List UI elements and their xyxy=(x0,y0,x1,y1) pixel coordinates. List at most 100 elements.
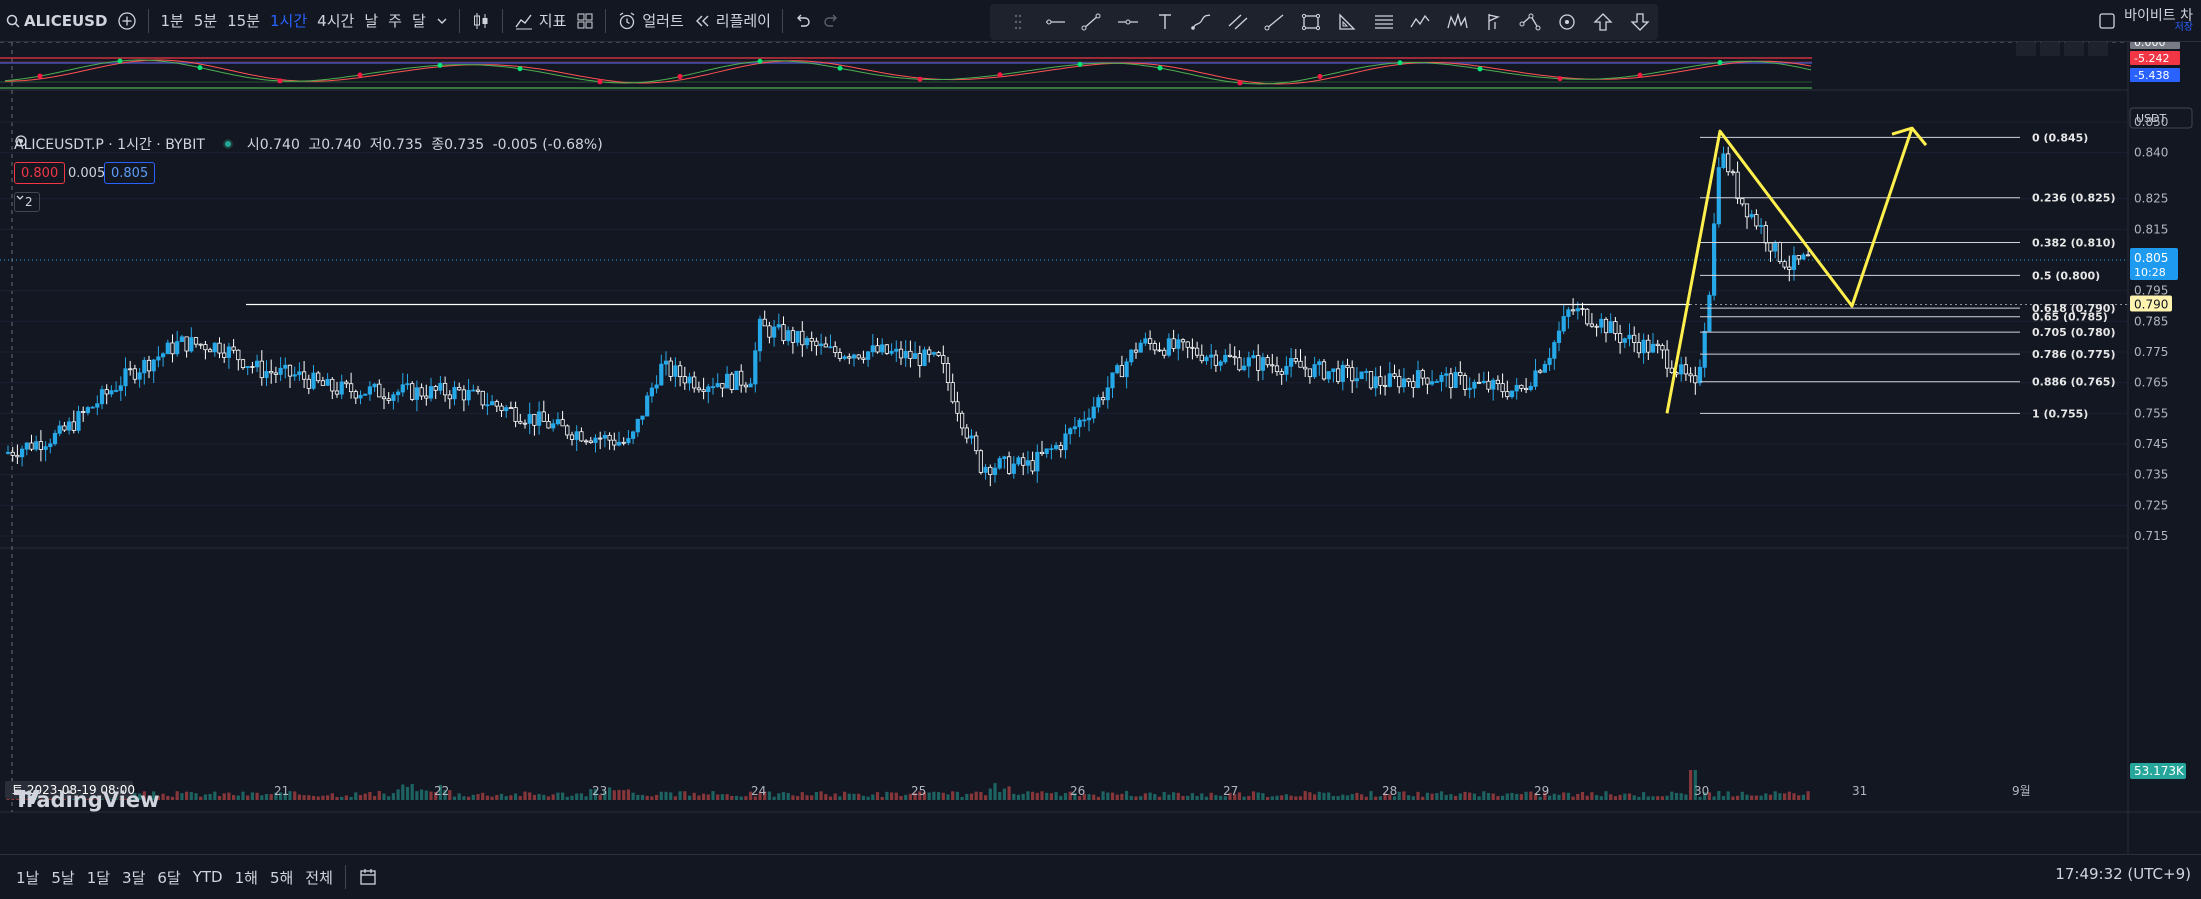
candle-body xyxy=(1603,318,1609,334)
indicators-button[interactable]: 지표 xyxy=(509,6,572,36)
maximize-icon[interactable] xyxy=(2088,42,2108,56)
volume-value: 53.173K xyxy=(2134,764,2185,778)
alert-button[interactable]: 얼러트 xyxy=(612,6,688,36)
volume-bar xyxy=(1684,794,1688,800)
tool-arrow-up[interactable] xyxy=(1585,7,1622,37)
range-8[interactable]: 전체 xyxy=(299,862,339,892)
clock[interactable]: 17:49:32 (UTC+9) xyxy=(2055,865,2191,883)
candle-body xyxy=(1148,338,1153,344)
tool-trend-line[interactable] xyxy=(1073,7,1110,37)
volume-bar xyxy=(579,793,583,800)
layout-button[interactable] xyxy=(571,6,599,36)
candle-body xyxy=(1326,371,1331,380)
volume-bar xyxy=(462,796,466,800)
candle-body xyxy=(1232,356,1237,359)
series-title[interactable]: ALICEUSDT.P · 1시간 · BYBIT xyxy=(14,134,205,154)
candle-body xyxy=(1420,370,1425,379)
checkbox-icon[interactable] xyxy=(2098,12,2116,30)
layout-name[interactable]: 바이비트 차 저장 xyxy=(2124,9,2193,33)
plus-circle-icon xyxy=(118,11,137,30)
tool-text[interactable] xyxy=(1146,7,1183,37)
range-5[interactable]: YTD xyxy=(187,862,229,892)
candle-body xyxy=(743,384,749,388)
volume-bar xyxy=(1557,794,1561,800)
candle-body xyxy=(442,382,448,396)
tool-fib-retracement[interactable] xyxy=(1366,7,1403,37)
compare-button[interactable] xyxy=(112,6,142,36)
goto-date-button[interactable] xyxy=(352,862,384,892)
close-pane-icon[interactable] xyxy=(2040,42,2060,56)
expand-icon[interactable] xyxy=(2016,42,2036,56)
tool-flag[interactable] xyxy=(1475,7,1512,37)
candle-body xyxy=(945,363,951,383)
tool-path[interactable] xyxy=(1512,7,1549,37)
candle-body xyxy=(189,337,194,352)
eye-icon[interactable] xyxy=(14,134,28,148)
ask-box[interactable]: 0.805 xyxy=(104,162,156,184)
range-6[interactable]: 1해 xyxy=(229,862,264,892)
candle-body xyxy=(254,360,260,368)
tool-horizontal-line[interactable] xyxy=(1110,7,1147,37)
interval-3[interactable]: 1시간 xyxy=(265,6,312,36)
candle-body xyxy=(1411,381,1416,388)
tool-horizontal-ray[interactable] xyxy=(1037,7,1074,37)
tool-pattern[interactable] xyxy=(1439,7,1476,37)
chart-canvas[interactable]: 0 (0.845) 0.236 (0.825) 0.382 (0.810) 0.5 (… xyxy=(0,42,2201,854)
tool-ray[interactable] xyxy=(1256,7,1293,37)
candle-body xyxy=(325,378,330,386)
interval-dropdown[interactable] xyxy=(431,6,453,36)
tool-brush[interactable] xyxy=(1183,7,1220,37)
interval-7[interactable]: 달 xyxy=(407,6,431,36)
volume-bar xyxy=(1059,795,1063,800)
tool-parallel-channel[interactable] xyxy=(1219,7,1256,37)
candle-body xyxy=(57,425,62,434)
volume-bar xyxy=(1341,794,1345,800)
candle-body xyxy=(551,423,556,429)
interval-2[interactable]: 15분 xyxy=(222,6,265,36)
candle-body xyxy=(1801,254,1806,260)
osc-signal-dot xyxy=(677,74,683,80)
volume-bar xyxy=(1012,793,1016,800)
interval-6[interactable]: 주 xyxy=(383,6,407,36)
redo-button[interactable] xyxy=(817,6,845,36)
drag-handle[interactable] xyxy=(1000,7,1037,37)
range-3[interactable]: 3달 xyxy=(116,862,151,892)
interval-5[interactable]: 날 xyxy=(359,6,383,36)
candle-body xyxy=(156,356,161,361)
interval-0[interactable]: 1분 xyxy=(155,6,188,36)
tool-elliott-wave[interactable] xyxy=(1402,7,1439,37)
fib-level-label: 0.5 (0.800) xyxy=(2032,269,2100,282)
candle-body xyxy=(1599,318,1604,328)
tool-triangle[interactable] xyxy=(1329,7,1366,37)
tradingview-logo[interactable]: TradingView xyxy=(14,788,159,812)
volume-bar xyxy=(1134,796,1138,800)
volume-bar xyxy=(1797,795,1801,800)
price-tick-label: 0.840 xyxy=(2134,146,2168,160)
chart-type-button[interactable] xyxy=(466,6,496,36)
candle-body xyxy=(856,354,861,359)
undo-button[interactable] xyxy=(789,6,817,36)
range-4[interactable]: 6달 xyxy=(151,862,186,892)
interval-4[interactable]: 4시간 xyxy=(312,6,359,36)
candle-body xyxy=(1218,361,1223,366)
volume-bar xyxy=(1101,791,1105,800)
volume-bar xyxy=(1463,791,1467,800)
tool-arrow-down[interactable] xyxy=(1622,7,1659,37)
candle-body xyxy=(297,371,302,376)
range-0[interactable]: 1날 xyxy=(10,862,45,892)
candle-body xyxy=(1223,354,1228,363)
symbol-search[interactable]: ALICEUSD xyxy=(0,6,112,36)
replay-button[interactable]: 리플레이 xyxy=(689,6,776,36)
settings-icon[interactable] xyxy=(2064,42,2084,56)
tool-circle[interactable] xyxy=(1548,7,1585,37)
interval-1[interactable]: 5분 xyxy=(189,6,222,36)
search-icon xyxy=(6,14,20,28)
tool-rectangle[interactable] xyxy=(1293,7,1330,37)
chart-area[interactable]: 0 (0.845) 0.236 (0.825) 0.382 (0.810) 0.5 (… xyxy=(0,42,2201,854)
range-2[interactable]: 1달 xyxy=(81,862,116,892)
collapse-indicators-button[interactable]: 2 xyxy=(14,192,40,212)
candle-body xyxy=(804,337,810,346)
range-1[interactable]: 5날 xyxy=(45,862,80,892)
range-7[interactable]: 5해 xyxy=(264,862,299,892)
bid-box[interactable]: 0.800 xyxy=(14,162,66,184)
